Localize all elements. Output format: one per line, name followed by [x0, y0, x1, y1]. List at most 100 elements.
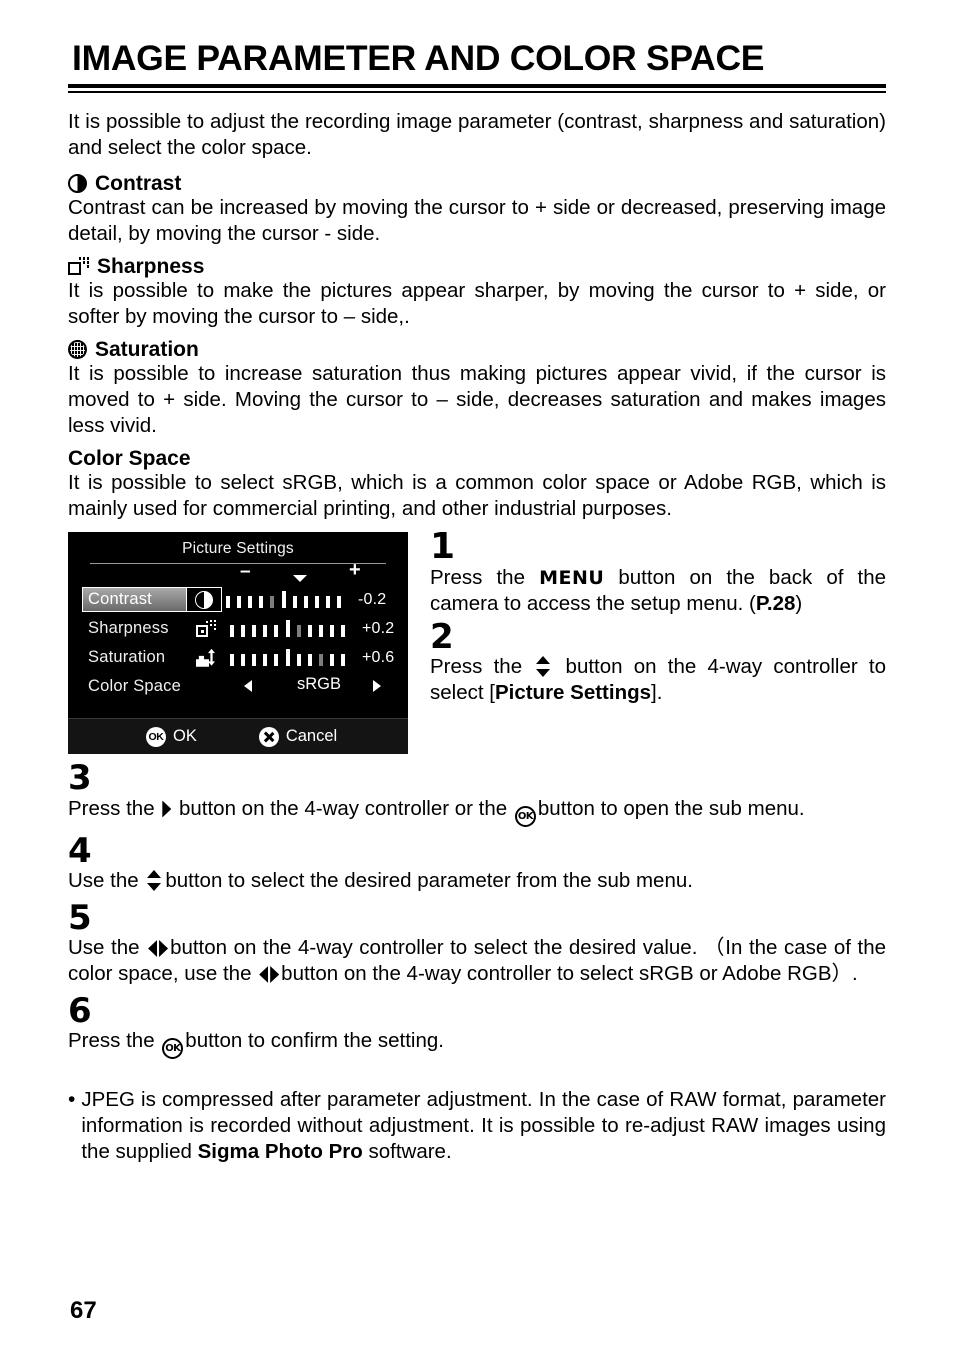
lcd-title: Picture Settings	[182, 540, 294, 558]
lcd-scale-legend: – +	[68, 559, 408, 585]
section-body-sharpness: It is possible to make the pictures appe…	[68, 279, 886, 329]
scale-caret-icon	[293, 575, 307, 583]
note-text-part2: software.	[362, 1140, 452, 1164]
page-number: 67	[70, 1297, 97, 1324]
sharpness-value: +0.2	[362, 619, 395, 637]
software-name: Sigma Photo Pro	[197, 1140, 363, 1164]
manual-page: IMAGE PARAMETER AND COLOR SPACE It is po…	[0, 0, 954, 1357]
scale-tick	[337, 595, 341, 608]
saturation-scale[interactable]	[230, 647, 352, 669]
section-heading-sharpness: Sharpness	[68, 256, 886, 277]
sharpness-icon	[196, 619, 216, 638]
saturation-icon	[196, 648, 216, 667]
ok-button-icon: OK	[146, 726, 166, 747]
section-heading-saturation: Saturation	[68, 339, 886, 360]
color-space-value: sRGB	[296, 675, 341, 694]
scale-tick	[252, 624, 257, 637]
scale-tick	[329, 653, 334, 666]
left-arrow-icon[interactable]	[244, 680, 252, 693]
steps-column-right: 1 Press the MENU button on the back of t…	[430, 526, 886, 706]
menu-name-reference: Picture Settings	[494, 681, 652, 705]
ok-label: OK	[173, 727, 197, 746]
scale-tick	[241, 624, 246, 637]
lcd-cancel-action[interactable]: Cancel	[258, 726, 337, 747]
scale-tick	[303, 595, 308, 608]
scale-tick	[329, 624, 334, 637]
scale-tick	[263, 624, 268, 637]
plus-label: +	[349, 559, 361, 582]
page-reference: P.28	[755, 592, 796, 616]
left-right-arrow-icon	[148, 940, 168, 957]
right-arrow-icon[interactable]	[373, 680, 381, 693]
scale-tick	[296, 653, 301, 666]
sharpness-icon	[68, 257, 89, 276]
scale-tick	[318, 624, 323, 637]
scale-tick	[230, 624, 234, 637]
step-text-after: button to select the desired parameter f…	[165, 868, 693, 892]
lcd-ok-action[interactable]: OK OK	[146, 726, 197, 747]
lcd-row-icon-box	[186, 587, 222, 613]
note-block: • JPEG is compressed after parameter adj…	[68, 1087, 886, 1165]
lcd-row-saturation[interactable]: Saturation +0.6	[68, 643, 408, 672]
step-block-5: 5 Use the button on the 4-way controller…	[68, 897, 886, 987]
scale-tick	[248, 595, 253, 608]
step-text-before: Press the	[430, 655, 534, 679]
scale-current-tick	[296, 624, 301, 637]
contrast-value: -0.2	[358, 590, 387, 608]
step-text-6: Press the OK button to confirm the settin…	[68, 1028, 886, 1060]
step-text-before: Press the	[68, 1029, 161, 1053]
right-arrow-icon	[162, 800, 172, 818]
step-block-3: 3 Press the button on the 4-way controll…	[68, 758, 886, 827]
section-label: Sharpness	[97, 255, 205, 279]
ok-button-icon: OK	[162, 1038, 184, 1060]
section-body-saturation: It is possible to increase saturation th…	[68, 362, 886, 438]
lcd-row-label: Contrast	[88, 590, 152, 609]
menu-button-icon: MENU	[539, 567, 605, 590]
lcd-row-contrast[interactable]: Contrast -0.2	[68, 585, 408, 614]
scale-tick	[325, 595, 330, 608]
lcd-row-sharpness[interactable]: Sharpness +0.2	[68, 614, 408, 643]
left-right-arrow-icon	[259, 966, 279, 983]
up-down-arrow-icon	[147, 869, 162, 891]
scale-tick	[341, 653, 345, 666]
step-number-5: 5	[68, 897, 92, 938]
lcd-row-label: Sharpness	[88, 619, 169, 638]
step-number-4: 4	[68, 830, 92, 871]
scale-tick	[341, 624, 345, 637]
step-number-3: 3	[68, 758, 92, 799]
step-text-3: Press the button on the 4-way controller…	[68, 796, 886, 827]
title-rule	[68, 84, 886, 94]
step-text-mid: button on the 4-way controller or the	[173, 796, 513, 820]
step-text-1: Press the MENU button on the back of the…	[430, 565, 886, 617]
scale-tick	[314, 595, 319, 608]
intro-paragraph: It is possible to adjust the recording i…	[68, 110, 886, 160]
lcd-row-label: Saturation	[88, 648, 166, 667]
scale-tick	[226, 595, 230, 608]
lcd-row-color-space[interactable]: Color Space sRGB	[68, 672, 408, 701]
bullet-icon: •	[68, 1088, 76, 1112]
step-number-1: 1	[430, 526, 455, 568]
scale-tick	[230, 653, 234, 666]
step-text-before: Press the	[430, 566, 540, 590]
up-down-arrow-icon	[536, 656, 551, 678]
scale-current-tick	[270, 595, 275, 608]
lcd-row-label: Color Space	[88, 677, 181, 696]
lcd-footer: OK OK Cancel	[68, 718, 408, 755]
close-icon	[258, 726, 279, 747]
saturation-icon	[68, 340, 87, 360]
scale-tick	[252, 653, 257, 666]
step-text-4: Use the button to select the desired par…	[68, 868, 886, 894]
minus-label: –	[240, 561, 251, 583]
section-body-color-space: It is possible to select sRGB, which is …	[68, 471, 886, 521]
scale-tick	[307, 653, 312, 666]
sharpness-scale[interactable]	[230, 618, 352, 640]
section-heading-color-space: Color Space	[68, 448, 886, 469]
step-number-2: 2	[430, 617, 454, 658]
section-body-contrast: Contrast can be increased by moving the …	[68, 196, 886, 246]
scale-center-tick	[285, 648, 290, 666]
ok-button-icon: OK	[514, 805, 536, 827]
contrast-scale[interactable]	[226, 589, 348, 611]
scale-tick	[263, 653, 268, 666]
note-text: JPEG is compressed after parameter adjus…	[81, 1087, 886, 1165]
step-text-end: ].	[651, 681, 663, 705]
